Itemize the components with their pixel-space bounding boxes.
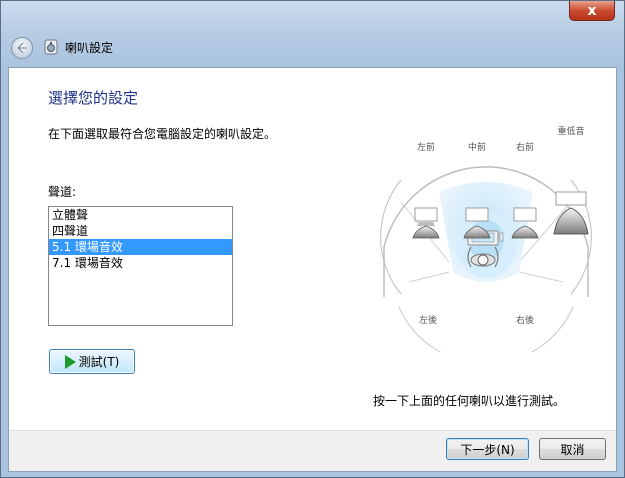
channel-option-5-1[interactable]: 5.1 環場音效: [49, 239, 232, 255]
front-left-label: 左前: [416, 143, 435, 153]
wizard-content: 選擇您的設定 在下面選取最符合您電腦設定的喇叭設定。 聲道: 立體聲 四聲道 5…: [8, 67, 617, 472]
play-icon: [64, 354, 76, 369]
cancel-button[interactable]: 取消: [539, 438, 606, 460]
back-button[interactable]: [11, 37, 33, 59]
channels-label: 聲道:: [48, 185, 77, 199]
channel-option-quad[interactable]: 四聲道: [49, 223, 232, 239]
speaker-icon: [44, 39, 58, 55]
rear-left-label: 左後: [418, 316, 437, 326]
speaker-diagram: [380, 166, 592, 352]
subwoofer-speaker[interactable]: [553, 191, 589, 235]
test-hint: 按一下上面的任何喇叭以進行測試。: [373, 394, 566, 408]
front-left-speaker[interactable]: [412, 207, 440, 239]
back-arrow-icon: [16, 41, 29, 55]
wizard-footer: 下一步(N) 取消: [9, 430, 616, 471]
channels-listbox[interactable]: 立體聲 四聲道 5.1 環場音效 7.1 環場音效: [48, 206, 233, 326]
next-button[interactable]: 下一步(N): [446, 438, 529, 460]
test-button[interactable]: 測試(T): [49, 349, 135, 374]
channel-option-7-1[interactable]: 7.1 環場音效: [49, 255, 232, 271]
test-button-label: 測試(T): [78, 355, 120, 369]
close-icon: x: [587, 2, 597, 19]
center-label: 中前: [467, 143, 486, 153]
close-button[interactable]: x: [569, 1, 615, 21]
rear-right-label: 右後: [515, 316, 534, 326]
page-title: 選擇您的設定: [48, 89, 139, 107]
page-description: 在下面選取最符合您電腦設定的喇叭設定。: [48, 127, 277, 141]
subwoofer-label: 重低音: [557, 127, 585, 137]
front-right-label: 右前: [515, 143, 534, 153]
speaker-setup-window: x 喇叭設定 選擇您的設定 在下面選取最符合您電腦設定的喇叭設定。 聲道: 立體…: [0, 0, 625, 478]
channel-option-stereo[interactable]: 立體聲: [49, 207, 232, 223]
window-title: 喇叭設定: [65, 41, 114, 55]
